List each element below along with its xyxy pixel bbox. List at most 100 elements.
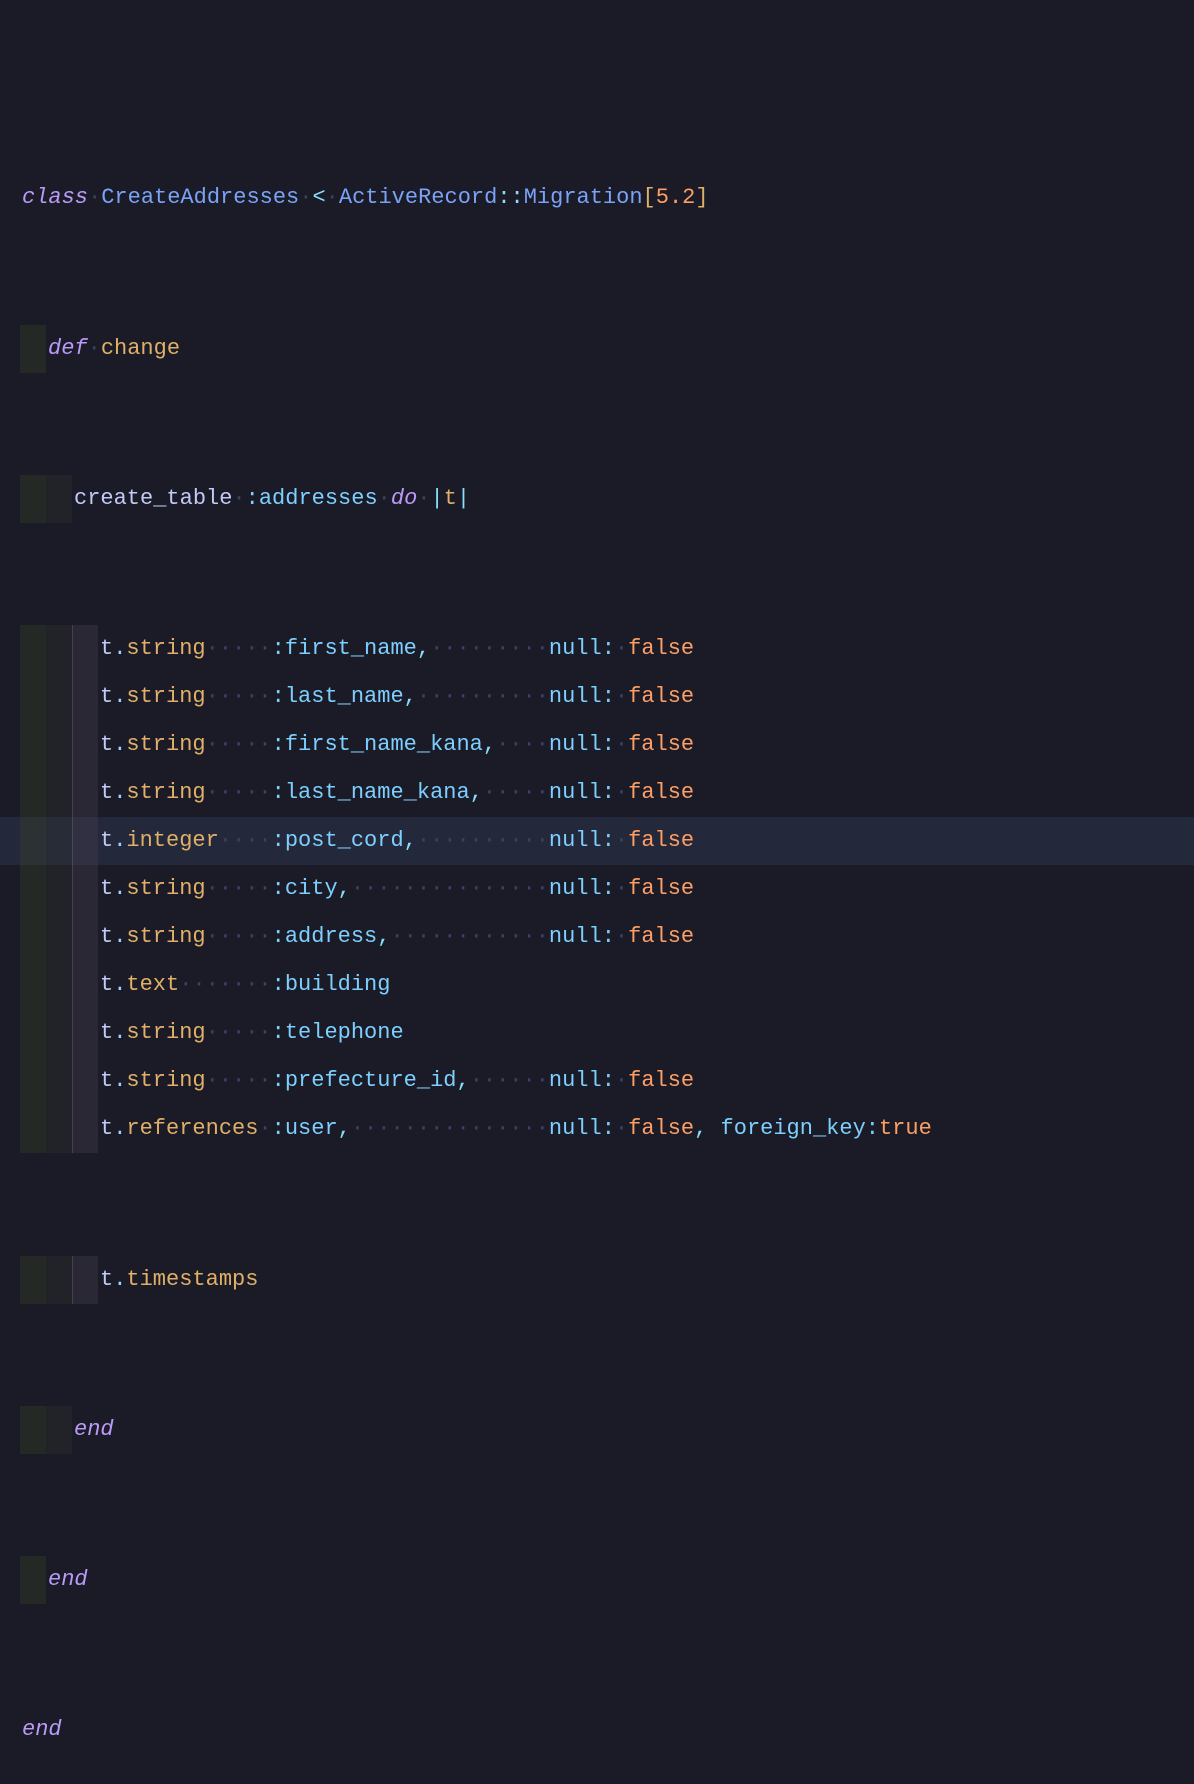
- scope-operator: ::: [497, 181, 523, 215]
- code-content[interactable]: end: [46, 1556, 88, 1604]
- code-content[interactable]: end: [20, 1706, 62, 1754]
- dot-operator: .: [113, 632, 126, 666]
- code-content[interactable]: t.string·····:city,···············null:·…: [98, 865, 694, 913]
- method-call: create_table: [74, 482, 232, 516]
- code-line[interactable]: t.string·····:first_name,·········null:·…: [0, 625, 1194, 673]
- column-name: :telephone: [272, 1016, 404, 1050]
- indent-guides: [20, 1105, 98, 1153]
- code-content[interactable]: t.text·······:building: [98, 961, 390, 1009]
- keyword-def: def: [48, 332, 88, 366]
- whitespace: ·: [615, 920, 628, 954]
- code-line[interactable]: t.references·:user,···············null:·…: [0, 1105, 1194, 1153]
- whitespace: ·: [232, 482, 245, 516]
- whitespace: ············: [390, 920, 548, 954]
- variable: t: [100, 968, 113, 1002]
- indent-guides: [20, 1009, 98, 1057]
- whitespace: ·: [326, 181, 339, 215]
- option-key: null:: [549, 632, 615, 666]
- column-type: text: [126, 968, 179, 1002]
- code-content[interactable]: t.integer····:post_cord,··········null:·…: [98, 817, 694, 865]
- code-content[interactable]: class·CreateAddresses·<·ActiveRecord::Mi…: [20, 174, 709, 222]
- variable: t: [100, 1016, 113, 1050]
- column-name: :last_name_kana: [272, 776, 470, 810]
- code-line[interactable]: t.string·····:last_name_kana,·····null:·…: [0, 769, 1194, 817]
- module-name: Migration: [524, 181, 643, 215]
- comma: ,: [694, 1112, 720, 1146]
- code-line[interactable]: def·change: [0, 325, 1194, 373]
- column-name: :address: [272, 920, 378, 954]
- indent-guides: [20, 673, 98, 721]
- indent-guides: [20, 1057, 98, 1105]
- variable: t: [100, 728, 113, 762]
- symbol: :addresses: [246, 482, 378, 516]
- code-line[interactable]: t.string·····:telephone: [0, 1009, 1194, 1057]
- code-content[interactable]: create_table·:addresses·do·|t|: [72, 475, 470, 523]
- code-content[interactable]: t.string·····:last_name,··········null:·…: [98, 673, 694, 721]
- dot-operator: .: [113, 680, 126, 714]
- code-content[interactable]: t.string·····:telephone: [98, 1009, 404, 1057]
- code-line[interactable]: create_table·:addresses·do·|t|: [0, 475, 1194, 523]
- code-content[interactable]: def·change: [46, 325, 180, 373]
- whitespace: ·: [615, 824, 628, 858]
- boolean: false: [628, 1064, 694, 1098]
- column-type: integer: [126, 824, 218, 858]
- indent-guides: [20, 913, 98, 961]
- code-line[interactable]: end: [0, 1556, 1194, 1604]
- code-content[interactable]: t.string·····:first_name_kana,····null:·…: [98, 721, 694, 769]
- keyword-do: do: [391, 482, 417, 516]
- code-line[interactable]: t.string·····:first_name_kana,····null:·…: [0, 721, 1194, 769]
- column-name: :last_name: [272, 680, 404, 714]
- comma: ,: [404, 680, 417, 714]
- indent-guides: [20, 817, 98, 865]
- code-content[interactable]: end: [72, 1406, 114, 1454]
- code-line[interactable]: class·CreateAddresses·<·ActiveRecord::Mi…: [0, 174, 1194, 222]
- dot-operator: .: [113, 1263, 126, 1297]
- whitespace: ·: [88, 181, 101, 215]
- whitespace: ·: [615, 632, 628, 666]
- column-name: :building: [272, 968, 391, 1002]
- boolean: false: [628, 824, 694, 858]
- variable: t: [100, 920, 113, 954]
- block-param: t: [444, 482, 457, 516]
- whitespace: ·: [615, 1112, 628, 1146]
- variable: t: [100, 872, 113, 906]
- code-line[interactable]: t.text·······:building: [0, 961, 1194, 1009]
- code-line[interactable]: end: [0, 1706, 1194, 1754]
- boolean: false: [628, 872, 694, 906]
- dot-operator: .: [113, 1064, 126, 1098]
- code-line[interactable]: t.string·····:last_name,··········null:·…: [0, 673, 1194, 721]
- boolean: false: [628, 776, 694, 810]
- code-content[interactable]: t.string·····:prefecture_id,······null:·…: [98, 1057, 694, 1105]
- code-line[interactable]: t.string·····:prefecture_id,······null:·…: [0, 1057, 1194, 1105]
- code-content[interactable]: t.string·····:first_name,·········null:·…: [98, 625, 694, 673]
- variable: t: [100, 824, 113, 858]
- indent-guides: [20, 961, 98, 1009]
- code-content[interactable]: t.timestamps: [98, 1256, 258, 1304]
- code-line[interactable]: t.timestamps: [0, 1256, 1194, 1304]
- comma: ,: [470, 776, 483, 810]
- whitespace: ·: [615, 872, 628, 906]
- whitespace: ··········: [417, 680, 549, 714]
- class-name: CreateAddresses: [101, 181, 299, 215]
- dot-operator: .: [113, 824, 126, 858]
- whitespace: ·····: [206, 1064, 272, 1098]
- bracket-close: ]: [695, 181, 708, 215]
- code-content[interactable]: t.string·····:last_name_kana,·····null:·…: [98, 769, 694, 817]
- variable: t: [100, 632, 113, 666]
- whitespace: ·····: [206, 776, 272, 810]
- whitespace: ·: [615, 680, 628, 714]
- code-content[interactable]: t.string·····:address,············null:·…: [98, 913, 694, 961]
- code-line[interactable]: t.string·····:city,···············null:·…: [0, 865, 1194, 913]
- column-type: string: [126, 680, 205, 714]
- option-key: null:: [549, 1064, 615, 1098]
- whitespace: ·: [615, 1064, 628, 1098]
- keyword-end: end: [48, 1563, 88, 1597]
- code-line[interactable]: t.string·····:address,············null:·…: [0, 913, 1194, 961]
- boolean: false: [628, 680, 694, 714]
- column-type: string: [126, 632, 205, 666]
- code-line[interactable]: t.integer····:post_cord,··········null:·…: [0, 817, 1194, 865]
- indent-guides: [20, 1406, 72, 1454]
- column-type: references: [126, 1112, 258, 1146]
- code-line[interactable]: end: [0, 1406, 1194, 1454]
- code-content[interactable]: t.references·:user,···············null:·…: [98, 1105, 932, 1153]
